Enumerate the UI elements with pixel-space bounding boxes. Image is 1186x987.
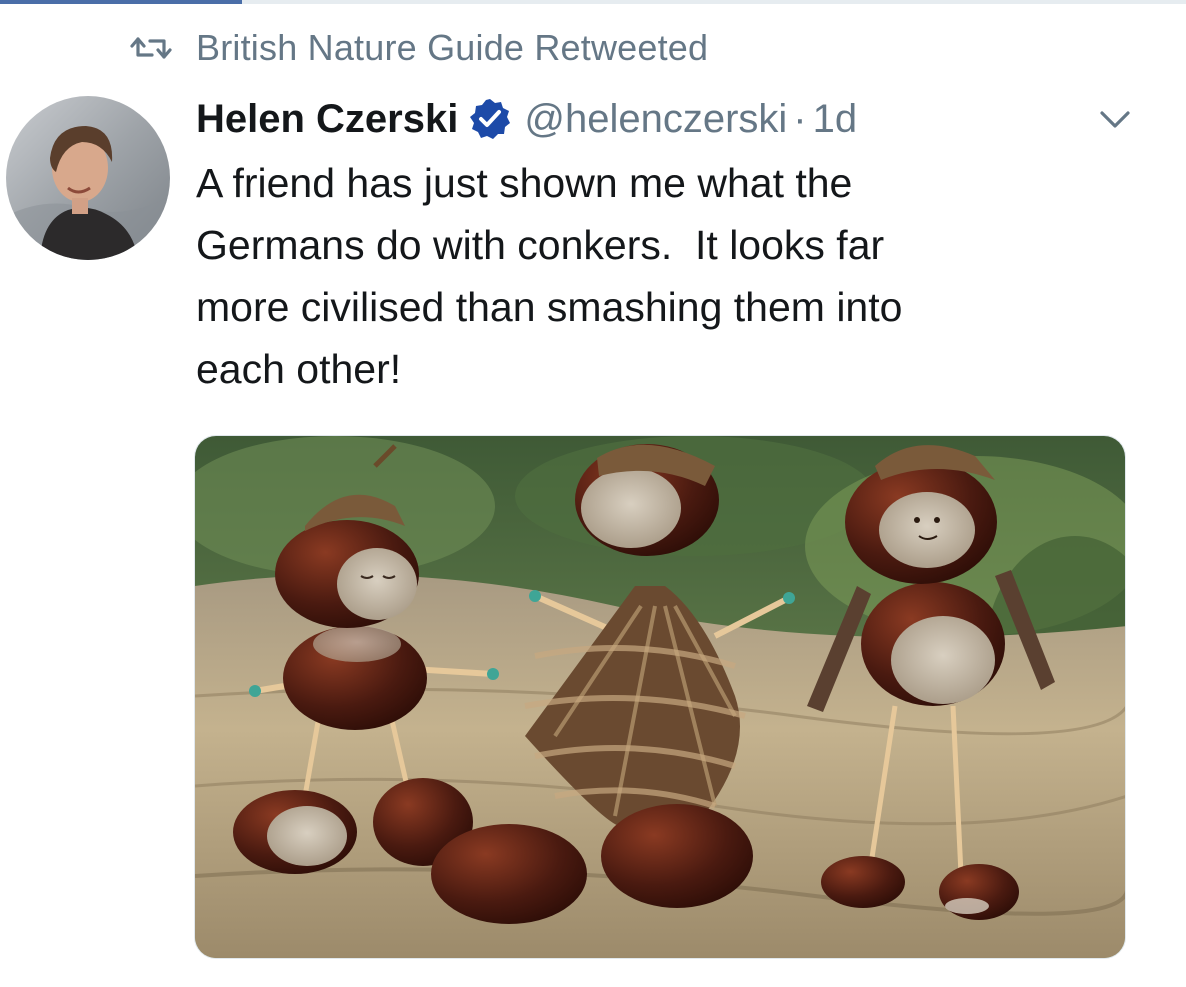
- tweet-timestamp[interactable]: 1d: [813, 97, 858, 142]
- tweet-header: Helen Czerski @helenczerski · 1d: [196, 92, 857, 146]
- tweet-photo[interactable]: [194, 435, 1126, 959]
- verified-badge-icon: [468, 97, 512, 141]
- retweet-context[interactable]: British Nature Guide Retweeted: [128, 26, 708, 70]
- avatar[interactable]: [6, 96, 170, 260]
- tweet-text: A friend has just shown me what the Germ…: [196, 152, 1096, 400]
- separator-dot: ·: [793, 96, 807, 141]
- retweet-icon: [128, 34, 174, 62]
- top-divider-accent: [0, 0, 242, 4]
- tweet-text-line: A friend has just shown me what the: [196, 160, 853, 206]
- author-handle[interactable]: @helenczerski: [524, 97, 787, 142]
- retweet-label: British Nature Guide Retweeted: [196, 27, 709, 68]
- tweet-text-line: Germans do with conkers. It looks far: [196, 222, 885, 268]
- author-name[interactable]: Helen Czerski: [196, 97, 458, 142]
- tweet-text-line: each other!: [196, 346, 402, 392]
- chevron-down-icon[interactable]: [1098, 104, 1132, 134]
- tweet-text-line: more civilised than smashing them into: [196, 284, 903, 330]
